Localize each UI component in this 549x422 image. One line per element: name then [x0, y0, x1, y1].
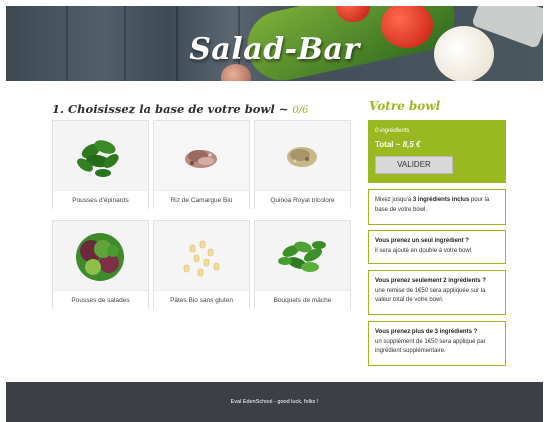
lambs-lettuce-icon [255, 221, 350, 290]
info-box-more: Vous prenez plus de 3 ingrédients ? un s… [368, 321, 506, 366]
base-card-label: Pousses de salades [53, 290, 148, 309]
section-title: 1. Choisissez la base de votre bowl ~ 0/… [52, 102, 308, 116]
info-title: Vous prenez plus de 3 ingrédients ? [375, 329, 478, 335]
total-value: 8,5 € [402, 140, 421, 149]
info-box-included: Mixez jusqu'à 3 ingrédients inclus pour … [368, 189, 506, 225]
site-title: Salad-Bar [189, 32, 360, 67]
salad-leaves-icon [53, 221, 148, 290]
base-card-salad[interactable]: Pousses de salades [52, 220, 149, 309]
base-card-label: Pousses d'épinards [53, 190, 148, 209]
base-card-label: Riz de Camargue Bio [154, 190, 249, 209]
spinach-icon [53, 121, 148, 190]
base-card-label: Bouquets de mâche [255, 290, 350, 309]
base-card-spinach[interactable]: Pousses d'épinards [52, 120, 149, 209]
info-title: Vous prenez seulement 2 ingrédients ? [375, 278, 486, 284]
info-text: il sera ajouté en double à votre bowl. [375, 247, 473, 254]
base-card-label: Pâtes Bio sans gluten [154, 290, 249, 309]
info-text: Mixez jusqu'à [375, 197, 413, 203]
info-text: un supplément de 1€50 sera appliqué par … [375, 338, 486, 355]
pasta-icon [154, 221, 249, 290]
info-title: Vous prenez un seul ingrédient ? [375, 238, 469, 244]
info-text: une remise de 1€50 sera appliquée sur la… [375, 287, 486, 304]
base-card-label: Quinoa Royal tricolore [255, 190, 350, 209]
page: Salad-Bar 1. Choisissez la base de votre… [6, 6, 543, 422]
rice-icon [154, 121, 249, 190]
footer: Eval EdenSchool - good luck, folks ! [6, 382, 543, 422]
total-label: Total ~ [375, 140, 403, 149]
bowl-summary: 0 ingrédients Total ~ 8,5 € VALIDER [368, 120, 506, 183]
bowl-title: Votre bowl [369, 99, 441, 113]
section-title-text: 1. Choisissez la base de votre bowl ~ [52, 102, 293, 116]
quinoa-icon [255, 121, 350, 190]
validate-button[interactable]: VALIDER [375, 156, 453, 174]
base-card-quinoa[interactable]: Quinoa Royal tricolore [254, 120, 351, 209]
footer-text: Eval EdenSchool - good luck, folks ! [230, 399, 319, 405]
info-box-single: Vous prenez un seul ingrédient ? il sera… [368, 230, 506, 264]
info-highlight: 3 ingrédients inclus [412, 197, 470, 203]
selection-count: 0/6 [292, 105, 309, 116]
info-box-two: Vous prenez seulement 2 ingrédients ? un… [368, 270, 506, 315]
hero-banner: Salad-Bar [6, 6, 543, 81]
base-card-pasta[interactable]: Pâtes Bio sans gluten [153, 220, 250, 309]
base-card-rice[interactable]: Riz de Camargue Bio [153, 120, 250, 209]
base-card-lambs-lettuce[interactable]: Bouquets de mâche [254, 220, 351, 309]
ingredient-count: 0 ingrédients [375, 128, 410, 134]
bowl-total: Total ~ 8,5 € [375, 140, 499, 149]
